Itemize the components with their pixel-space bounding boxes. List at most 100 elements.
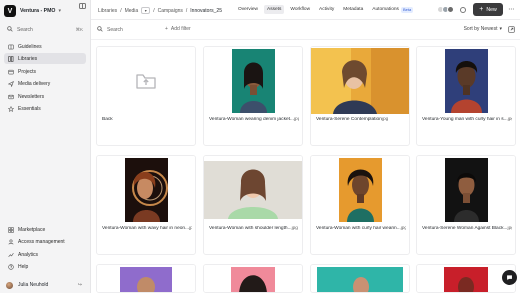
sidebar-item-label: Guidelines bbox=[18, 43, 42, 50]
sidebar-item-label: Newsletters bbox=[18, 93, 45, 100]
new-button[interactable]: + New bbox=[473, 3, 503, 16]
sidebar-item-essentials[interactable]: Essentials bbox=[4, 103, 86, 114]
asset-card[interactable] bbox=[203, 264, 303, 293]
asset-thumbnail bbox=[417, 47, 515, 114]
folder-card-back[interactable]: Back bbox=[96, 46, 196, 146]
user-profile[interactable]: Julia Neuhold ↪ bbox=[4, 280, 86, 290]
tab-assets[interactable]: Assets bbox=[264, 5, 285, 14]
asset-card[interactable]: Ventura-Serene Woman Against Black...jpg bbox=[416, 155, 516, 255]
beta-badge: Beta bbox=[400, 6, 414, 13]
tab-automations-label: Automations bbox=[372, 7, 399, 12]
asset-card[interactable]: Ventura-Woman with wavy hair in neon...j… bbox=[96, 155, 196, 255]
newsletter-icon bbox=[7, 93, 14, 100]
new-button-label: New bbox=[486, 6, 497, 13]
asset-thumbnail bbox=[204, 47, 302, 114]
sidebar-item-label: Essentials bbox=[18, 105, 41, 112]
asset-thumbnail bbox=[311, 156, 409, 223]
breadcrumb-item[interactable]: Libraries bbox=[98, 8, 117, 14]
asset-search-input[interactable]: Search bbox=[97, 26, 123, 34]
book-icon bbox=[7, 43, 14, 50]
avatar bbox=[6, 281, 13, 289]
chevron-down-icon: ▾ bbox=[499, 26, 502, 32]
sidebar-item-marketplace[interactable]: Marketplace bbox=[4, 224, 86, 235]
folder-thumbnail bbox=[97, 47, 195, 114]
analytics-icon bbox=[7, 251, 14, 258]
asset-card[interactable] bbox=[416, 264, 516, 293]
add-filter-label: Add filter bbox=[170, 26, 191, 32]
asset-name: Ventura-Serene Woman Against Black...jpg bbox=[422, 226, 512, 231]
marketplace-icon bbox=[7, 226, 14, 233]
sidebar-item-label: Media delivery bbox=[18, 80, 51, 87]
sidebar-search[interactable]: Search ⌘K bbox=[4, 24, 86, 35]
search-icon bbox=[7, 25, 13, 34]
portrait-image bbox=[311, 265, 409, 292]
asset-card[interactable]: Ventura-Woman with shoulder length...jpg bbox=[203, 155, 303, 255]
asset-card[interactable] bbox=[310, 264, 410, 293]
avatar bbox=[447, 6, 454, 13]
export-icon[interactable] bbox=[508, 26, 515, 35]
projects-icon bbox=[7, 68, 14, 75]
asset-name: Back bbox=[102, 117, 113, 122]
asset-thumbnail bbox=[204, 156, 302, 223]
tab-bar: Overview Assets Workflow Activity Metada… bbox=[235, 5, 419, 14]
sidebar-toggle-icon[interactable] bbox=[79, 3, 86, 9]
collaborator-avatars[interactable] bbox=[437, 6, 454, 13]
workspace-switcher[interactable]: V Ventura - PMO ▾ bbox=[4, 4, 87, 18]
asset-toolbar: Search + Add filter Sort by Newest ▾ bbox=[91, 21, 520, 40]
chat-icon[interactable] bbox=[502, 270, 517, 285]
sort-dropdown[interactable]: Sort by Newest ▾ bbox=[464, 26, 502, 32]
sidebar: V Ventura - PMO ▾ Search ⌘K Guidelines L… bbox=[0, 0, 91, 293]
asset-card[interactable]: Ventura-Woman with curly hair wearin...j… bbox=[310, 155, 410, 255]
sidebar-item-projects[interactable]: Projects bbox=[4, 66, 86, 77]
portrait-image bbox=[444, 48, 488, 113]
portrait-image bbox=[231, 48, 275, 113]
search-shortcut: ⌘K bbox=[75, 26, 83, 32]
portrait-image bbox=[124, 157, 168, 222]
delivery-icon bbox=[7, 80, 14, 87]
breadcrumb: Libraries / Media ▾ / Campaigns / Innovator… bbox=[98, 7, 222, 14]
asset-card[interactable]: Ventura-Serene Contemplationjpg bbox=[310, 46, 410, 146]
plus-icon: + bbox=[165, 26, 168, 32]
sidebar-item-guidelines[interactable]: Guidelines bbox=[4, 41, 86, 52]
breadcrumb-item[interactable]: Campaigns bbox=[158, 8, 183, 14]
asset-card[interactable]: Ventura-Woman wearing denim jacket...jpg bbox=[203, 46, 303, 146]
sidebar-item-media-delivery[interactable]: Media delivery bbox=[4, 78, 86, 89]
tab-overview[interactable]: Overview bbox=[235, 5, 261, 14]
tab-automations[interactable]: Automations Beta bbox=[369, 5, 416, 14]
breadcrumb-expand-icon[interactable]: ▾ bbox=[141, 7, 151, 14]
sidebar-item-label: Help bbox=[18, 263, 29, 270]
tab-activity[interactable]: Activity bbox=[316, 5, 337, 14]
essentials-icon bbox=[7, 105, 14, 112]
search-icon bbox=[97, 26, 103, 34]
sidebar-item-label: Projects bbox=[18, 68, 37, 75]
asset-search-placeholder: Search bbox=[107, 27, 123, 33]
tab-metadata[interactable]: Metadata bbox=[340, 5, 366, 14]
breadcrumb-item[interactable]: Media bbox=[125, 8, 139, 14]
sidebar-item-help[interactable]: Help bbox=[4, 261, 86, 272]
present-icon[interactable] bbox=[460, 6, 466, 13]
asset-name: Ventura-Woman wearing denim jacket...jpg bbox=[209, 117, 299, 122]
top-bar: Libraries / Media ▾ / Campaigns / Innovator… bbox=[91, 0, 520, 20]
asset-card[interactable]: Ventura-Young man with curly hair in s..… bbox=[416, 46, 516, 146]
folder-upload-icon bbox=[136, 73, 156, 89]
more-icon[interactable]: ⋯ bbox=[506, 3, 517, 16]
add-filter-button[interactable]: + Add filter bbox=[165, 26, 191, 32]
sidebar-item-libraries[interactable]: Libraries bbox=[4, 53, 86, 64]
chevron-down-icon: ▾ bbox=[58, 8, 61, 14]
access-icon bbox=[7, 238, 14, 245]
breadcrumb-current[interactable]: Innovators_25 bbox=[190, 8, 222, 14]
plus-icon: + bbox=[479, 6, 484, 13]
logout-icon[interactable]: ↪ bbox=[78, 282, 82, 288]
asset-name: Ventura-Woman with shoulder length...jpg bbox=[209, 226, 298, 231]
asset-card[interactable] bbox=[96, 264, 196, 293]
workspace-name: Ventura - PMO bbox=[20, 8, 56, 14]
workspace-logo: V bbox=[4, 5, 16, 17]
help-icon bbox=[7, 263, 14, 270]
asset-thumbnail bbox=[97, 156, 195, 223]
portrait-image bbox=[97, 265, 195, 292]
sidebar-item-newsletters[interactable]: Newsletters bbox=[4, 91, 86, 102]
sidebar-item-access-management[interactable]: Access management bbox=[4, 236, 86, 247]
sidebar-item-analytics[interactable]: Analytics bbox=[4, 249, 86, 260]
sort-label: Sort by Newest bbox=[463, 26, 498, 32]
tab-workflow[interactable]: Workflow bbox=[287, 5, 313, 14]
